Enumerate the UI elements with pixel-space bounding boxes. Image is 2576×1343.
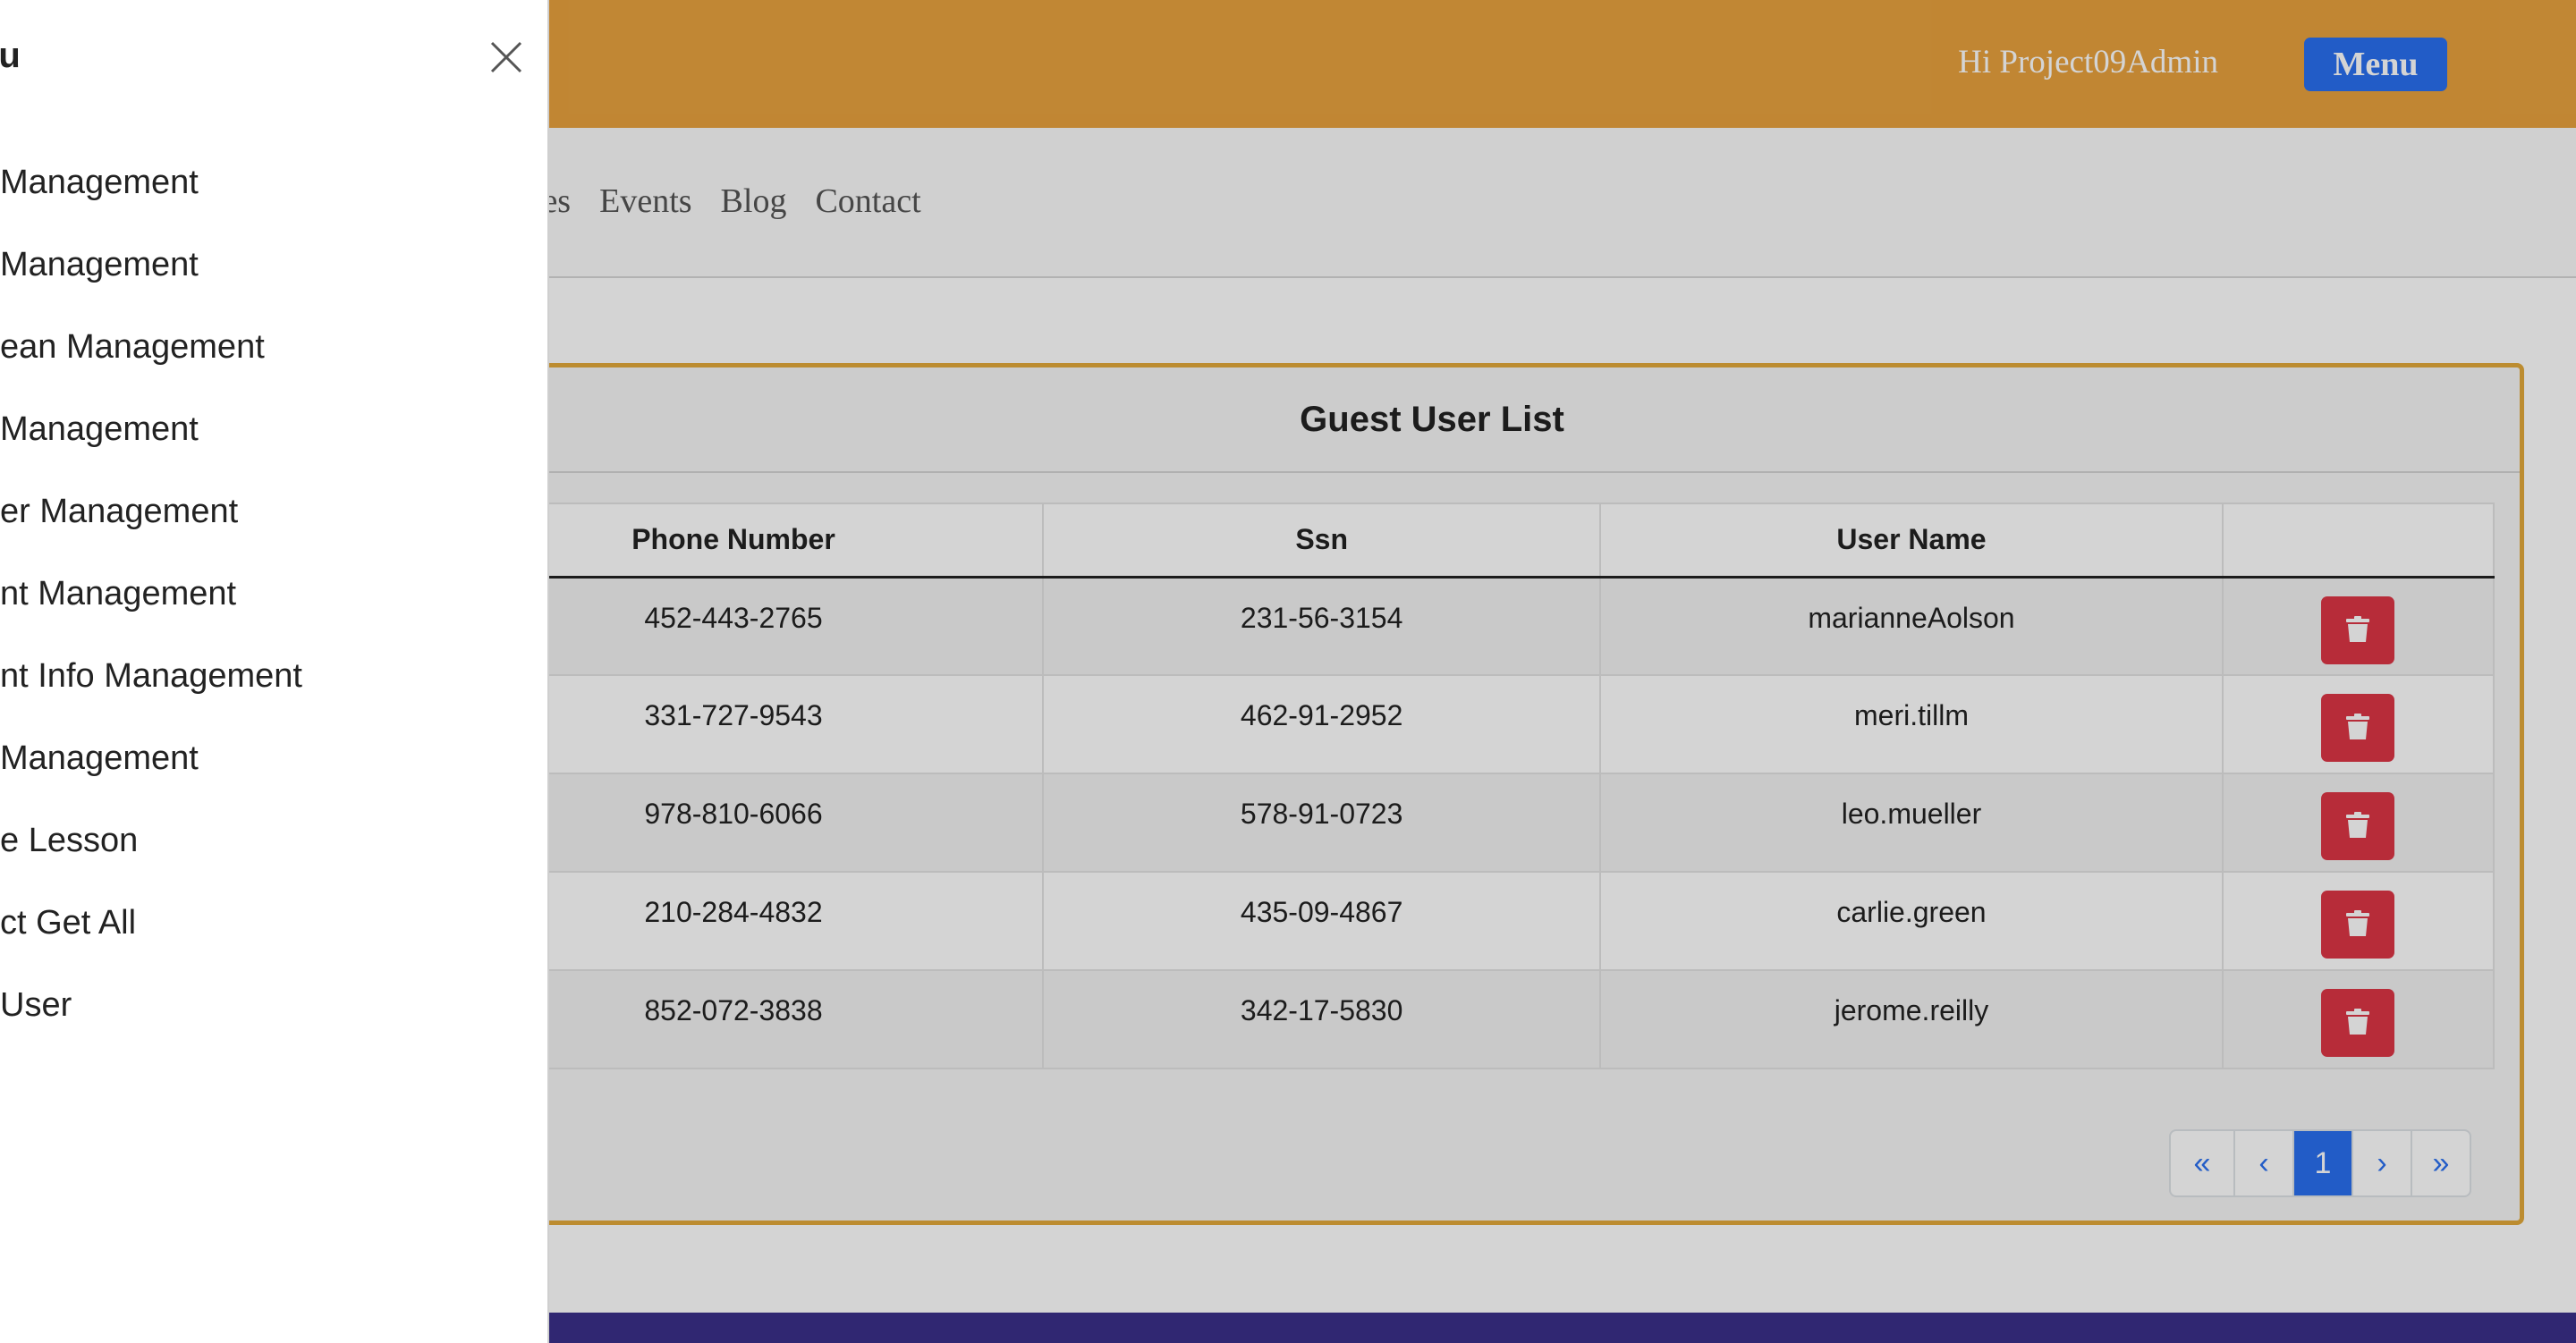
close-icon [490,41,522,73]
menu-item[interactable]: ct Get All [0,898,302,980]
offcanvas-title: nu [0,36,21,75]
menu-item[interactable]: Management [0,404,302,486]
menu-item[interactable]: nt Management [0,569,302,651]
menu-item[interactable]: Management [0,157,302,240]
menu-item[interactable]: nt Info Management [0,651,302,733]
menu-item[interactable]: User [0,980,302,1062]
menu-item[interactable] [0,1062,302,1145]
menu-item[interactable]: ean Management [0,322,302,404]
offcanvas-menu: nu Management Management ean Management … [0,0,549,1343]
close-button[interactable] [488,39,524,75]
menu-item[interactable]: er Management [0,486,302,569]
menu-item[interactable]: Management [0,240,302,322]
offcanvas-menu-list: Management Management ean Management Man… [0,157,302,1145]
menu-item[interactable]: Management [0,733,302,815]
menu-item[interactable]: e Lesson [0,815,302,898]
